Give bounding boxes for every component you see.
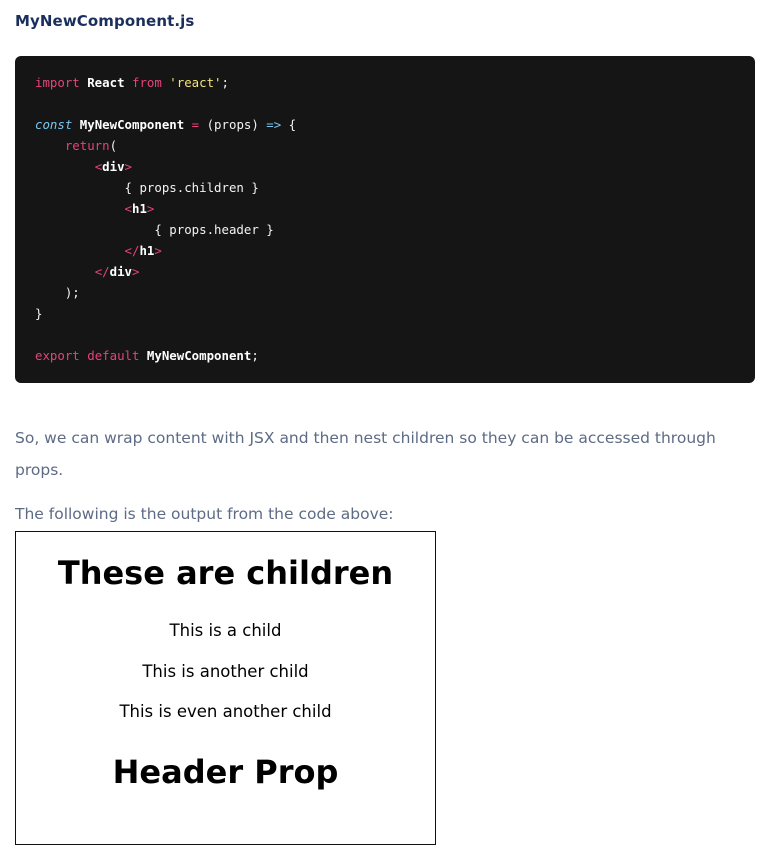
- output-child-1: This is a child: [169, 621, 282, 640]
- code-line-11: );: [35, 285, 80, 300]
- output-child-2: This is another child: [142, 662, 309, 681]
- explanation-paragraph: So, we can wrap content with JSX and the…: [15, 428, 716, 479]
- code-line-10: </div>: [94, 264, 140, 279]
- rendered-output-box: These are children This is a child This …: [15, 531, 436, 845]
- code-line-1: import React from 'react';: [35, 75, 229, 90]
- code-line-7: <h1>: [124, 201, 155, 216]
- code-line-8: { props.header }: [154, 222, 274, 237]
- code-line-12: }: [35, 306, 43, 321]
- output-heading-header-prop: Header Prop: [112, 753, 339, 791]
- code-filename: MyNewComponent.js: [15, 12, 195, 30]
- code-line-9: </h1>: [124, 243, 162, 258]
- code-content: import React from 'react'; const MyNewCo…: [35, 72, 735, 366]
- output-child-3: This is even another child: [119, 702, 332, 721]
- output-intro-paragraph: The following is the output from the cod…: [15, 504, 394, 523]
- code-line-6: { props.children }: [124, 180, 259, 195]
- code-line-3: const MyNewComponent = (props) => {: [35, 117, 297, 132]
- code-line-5: <div>: [94, 159, 133, 174]
- code-line-4: return(: [64, 138, 118, 153]
- code-block: import React from 'react'; const MyNewCo…: [15, 56, 755, 383]
- code-line-14: export default MyNewComponent;: [35, 348, 259, 363]
- output-heading-children: These are children: [57, 554, 394, 592]
